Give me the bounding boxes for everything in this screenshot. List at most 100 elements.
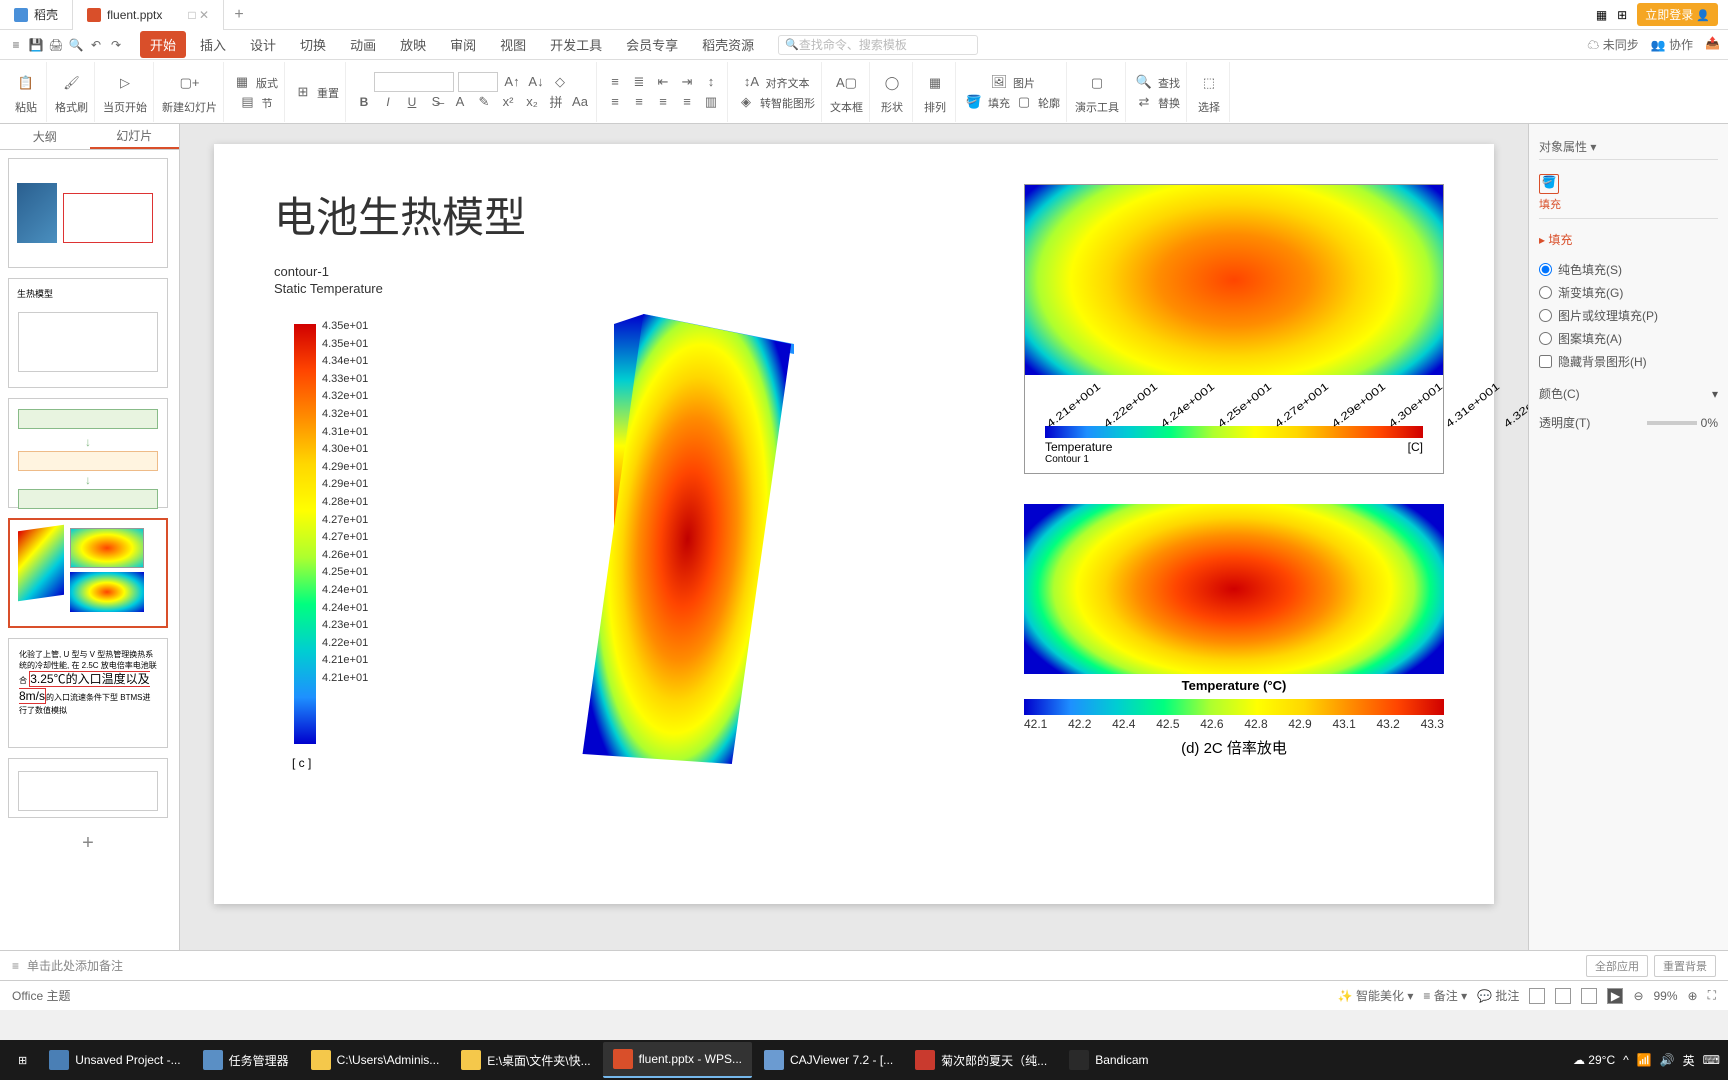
arrange-icon[interactable]: ▦ <box>921 69 949 97</box>
clear-format-icon[interactable]: ◇ <box>550 72 570 92</box>
color-row[interactable]: 颜色(C)▾ <box>1539 379 1718 408</box>
align-justify-icon[interactable]: ≡ <box>677 92 697 112</box>
canvas[interactable]: 电池生热模型 contour-1 Static Temperature 4.35… <box>180 124 1528 950</box>
add-slide-button[interactable]: + <box>8 828 168 858</box>
beautify-button[interactable]: ✨ 智能美化 ▾ <box>1338 987 1414 1004</box>
undo-icon[interactable]: ↶ <box>88 37 104 53</box>
apps-icon[interactable]: ⊞ <box>1617 8 1627 22</box>
find-icon[interactable]: 🔍 <box>1134 72 1154 92</box>
replace-icon[interactable]: ⇄ <box>1134 92 1154 112</box>
tab-outline[interactable]: 大纲 <box>0 124 90 149</box>
grow-font-icon[interactable]: A↑ <box>502 72 522 92</box>
view-reading-icon[interactable] <box>1581 988 1597 1004</box>
opt-hidebg[interactable]: 隐藏背景图形(H) <box>1539 350 1718 373</box>
taskbar-item[interactable]: E:\桌面\文件夹\快... <box>451 1042 600 1078</box>
comments-button[interactable]: 💬 批注 <box>1477 987 1519 1004</box>
bullets-icon[interactable]: ≡ <box>605 72 625 92</box>
thumb-1[interactable] <box>8 158 168 268</box>
grid-icon[interactable]: ▦ <box>1596 8 1607 22</box>
reset-icon[interactable]: ⊞ <box>293 82 313 102</box>
taskbar-item[interactable]: fluent.pptx - WPS... <box>603 1042 752 1078</box>
shape-icon[interactable]: ◯ <box>878 69 906 97</box>
preview-icon[interactable]: 🔍 <box>68 37 84 53</box>
opt-pattern[interactable]: 图案填充(A) <box>1539 327 1718 350</box>
reset-bg-button[interactable]: 重置背景 <box>1654 955 1716 977</box>
smart-icon[interactable]: ◈ <box>736 92 756 112</box>
weather[interactable]: ☁ 29°C <box>1573 1053 1615 1067</box>
menu-slideshow[interactable]: 放映 <box>390 31 436 58</box>
ime[interactable]: 英 <box>1683 1052 1695 1069</box>
login-button[interactable]: 立即登录 👤 <box>1637 3 1718 26</box>
menu-design[interactable]: 设计 <box>240 31 286 58</box>
section-icon[interactable]: ▤ <box>238 92 258 112</box>
wifi-icon[interactable]: 📶 <box>1637 1053 1652 1067</box>
underline-icon[interactable]: U <box>402 92 422 112</box>
taskbar-item[interactable]: C:\Users\Adminis... <box>301 1042 450 1078</box>
slide[interactable]: 电池生热模型 contour-1 Static Temperature 4.35… <box>214 144 1494 904</box>
start-button[interactable]: ⊞ <box>8 1042 37 1078</box>
italic-icon[interactable]: I <box>378 92 398 112</box>
thumb-6[interactable] <box>8 758 168 818</box>
align-left-icon[interactable]: ≡ <box>605 92 625 112</box>
fill-section[interactable]: ▸ 填充 <box>1539 227 1718 252</box>
taskbar-item[interactable]: 菊次郎的夏天（纯... <box>905 1042 1057 1078</box>
super-icon[interactable]: x² <box>498 92 518 112</box>
picture-icon[interactable]: 🖼 <box>989 72 1009 92</box>
shrink-font-icon[interactable]: A↓ <box>526 72 546 92</box>
align-center-icon[interactable]: ≡ <box>629 92 649 112</box>
menu-insert[interactable]: 插入 <box>190 31 236 58</box>
font-color-icon[interactable]: A <box>450 92 470 112</box>
volume-icon[interactable]: 🔊 <box>1660 1053 1675 1067</box>
align-right-icon[interactable]: ≡ <box>653 92 673 112</box>
opt-solid[interactable]: 纯色填充(S) <box>1539 258 1718 281</box>
fill-tab-icon[interactable]: 🪣 <box>1539 174 1559 194</box>
tab-add[interactable]: + <box>224 6 254 24</box>
menu-icon[interactable]: ≡ <box>8 37 24 53</box>
fill-icon[interactable]: 🪣 <box>964 92 984 112</box>
opacity-row[interactable]: 透明度(T)0% <box>1539 408 1718 437</box>
ime-icon[interactable]: ⌨ <box>1703 1053 1720 1067</box>
tray-up-icon[interactable]: ^ <box>1623 1053 1629 1067</box>
menu-dev[interactable]: 开发工具 <box>540 31 612 58</box>
thumb-4[interactable] <box>8 518 168 628</box>
taskbar-item[interactable]: CAJViewer 7.2 - [... <box>754 1042 903 1078</box>
menu-view[interactable]: 视图 <box>490 31 536 58</box>
columns-icon[interactable]: ▥ <box>701 92 721 112</box>
view-normal-icon[interactable] <box>1529 988 1545 1004</box>
thumb-3[interactable]: ↓↓ <box>8 398 168 508</box>
zoom-in-icon[interactable]: ⊕ <box>1688 989 1698 1003</box>
linespace-icon[interactable]: ↕ <box>701 72 721 92</box>
strike-icon[interactable]: S̶ <box>426 92 446 112</box>
outline-icon[interactable]: ▢ <box>1014 92 1034 112</box>
tab-home[interactable]: 稻壳 <box>0 0 73 30</box>
textbox-icon[interactable]: A▢ <box>833 69 861 97</box>
paste-icon[interactable]: 📋 <box>12 69 40 97</box>
highlight-icon[interactable]: ✎ <box>474 92 494 112</box>
zoom-level[interactable]: 99% <box>1654 989 1678 1003</box>
text-dir-icon[interactable]: ↕A <box>742 72 762 92</box>
share-button[interactable]: 📤 <box>1705 36 1720 53</box>
numbering-icon[interactable]: ≣ <box>629 72 649 92</box>
all-apps-button[interactable]: 全部应用 <box>1586 955 1648 977</box>
fit-icon[interactable]: ⛶ <box>1708 988 1716 1003</box>
redo-icon[interactable]: ↷ <box>108 37 124 53</box>
notes-button[interactable]: ≡ 备注 ▾ <box>1423 987 1467 1004</box>
menu-transition[interactable]: 切换 <box>290 31 336 58</box>
indent-inc-icon[interactable]: ⇥ <box>677 72 697 92</box>
menu-review[interactable]: 审阅 <box>440 31 486 58</box>
menu-start[interactable]: 开始 <box>140 31 186 58</box>
indent-dec-icon[interactable]: ⇤ <box>653 72 673 92</box>
taskbar-item[interactable]: Unsaved Project -... <box>39 1042 190 1078</box>
play-icon[interactable]: ▷ <box>111 69 139 97</box>
collab-button[interactable]: 👥 协作 <box>1651 36 1693 53</box>
save-icon[interactable]: 💾 <box>28 37 44 53</box>
new-slide-icon[interactable]: ▢+ <box>176 69 204 97</box>
menu-resources[interactable]: 稻壳资源 <box>692 31 764 58</box>
format-painter-icon[interactable]: 🖌 <box>58 69 86 97</box>
view-slideshow-icon[interactable]: ▶ <box>1607 988 1623 1004</box>
case-icon[interactable]: Aa <box>570 92 590 112</box>
font-name-combo[interactable] <box>374 72 454 92</box>
search-input[interactable]: 🔍 查找命令、搜索模板 <box>778 35 978 55</box>
sub-icon[interactable]: x₂ <box>522 92 542 112</box>
tab-slides[interactable]: 幻灯片 <box>90 124 180 149</box>
